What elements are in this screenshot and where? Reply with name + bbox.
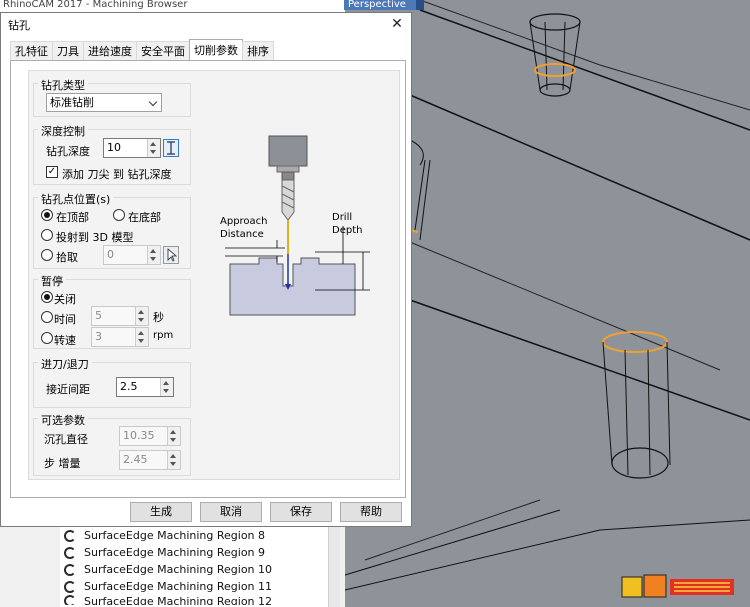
approach-title: 进刀/退刀	[38, 356, 92, 372]
approach-label-line2: Distance	[220, 229, 264, 240]
step-increment-input[interactable]: 2.45	[119, 450, 181, 470]
approach-distance-label: 接近间距	[46, 383, 90, 396]
dwell-time-radio[interactable]	[41, 311, 53, 323]
dwell-revs-radio[interactable]	[41, 332, 53, 344]
dwell-off-label: 关闭	[54, 293, 76, 306]
pick-radio[interactable]	[41, 249, 53, 261]
approach-distance-value: 2.5	[120, 380, 138, 393]
tab-strip: 孔特征 刀具 进给速度 安全平面 切削参数 排序	[10, 39, 274, 61]
close-icon[interactable]: ✕	[386, 15, 408, 33]
viewport-dropdown-arrow[interactable]	[416, 0, 424, 10]
pick-point-icon[interactable]	[163, 246, 179, 264]
dialog-title: 钻孔	[8, 19, 30, 32]
dwell-off-radio[interactable]	[41, 291, 53, 303]
tab-feeds-speeds[interactable]: 进给速度	[83, 41, 137, 61]
viewport-tab-perspective[interactable]: Perspective	[344, 0, 416, 10]
at-bottom-label: 在底部	[128, 211, 161, 224]
at-top-radio[interactable]	[41, 209, 53, 221]
region-icon	[64, 529, 76, 542]
dialog-title-bar: 钻孔 ✕	[1, 13, 411, 35]
add-tip-label: 添加 刀尖 到 钻孔深度	[62, 168, 172, 181]
drill-depth-diagram-line1: Drill	[332, 212, 353, 223]
tree-item-label: SurfaceEdge Machining Region 10	[84, 563, 273, 576]
tab-tool[interactable]: 刀具	[52, 41, 84, 61]
tab-hole-features[interactable]: 孔特征	[10, 41, 53, 61]
drill-type-value: 标准钻削	[50, 96, 94, 109]
app-title-bar: RhinoCAM 2017 - Machining Browser	[0, 0, 345, 12]
drill-depth-diagram-line2: Depth	[332, 225, 363, 236]
pick-depth-icon[interactable]	[163, 139, 179, 157]
step-increment-label: 步 增量	[44, 457, 81, 470]
dwell-time-input[interactable]: 5	[91, 306, 149, 326]
approach-distance-stepper[interactable]	[160, 378, 173, 396]
drill-depth-input[interactable]: 10	[103, 138, 161, 158]
dwell-revs-input[interactable]: 3	[91, 327, 149, 347]
save-button[interactable]: 保存	[270, 502, 332, 522]
pick-value-stepper[interactable]	[147, 246, 160, 264]
dwell-time-value: 5	[95, 309, 102, 322]
tree-item[interactable]: SurfaceEdge Machining Region 10	[64, 561, 272, 578]
dwell-revs-value: 3	[95, 330, 102, 343]
drill-type-select[interactable]: 标准钻削	[46, 93, 162, 112]
optional-title: 可选参数	[38, 412, 88, 428]
tree-item-label: SurfaceEdge Machining Region 12	[84, 595, 273, 605]
region-icon	[64, 563, 76, 576]
counterbore-value: 10.35	[123, 429, 155, 442]
generate-button[interactable]: 生成	[130, 502, 192, 522]
dwell-time-unit: 秒	[153, 311, 164, 324]
drill-type-title: 钻孔类型	[38, 77, 88, 93]
viewport-tab-label: Perspective	[348, 0, 406, 10]
drill-depth-label: 钻孔深度	[46, 145, 90, 158]
help-button[interactable]: 帮助	[340, 502, 402, 522]
browser-left-strip	[0, 525, 60, 607]
depth-control-title: 深度控制	[38, 123, 88, 139]
tree-item[interactable]: SurfaceEdge Machining Region 11	[64, 578, 272, 595]
drill-diagram: Approach Distance Drill Depth	[215, 128, 375, 326]
project-label: 投射到 3D 模型	[56, 231, 134, 244]
drill-position-title: 钻孔点位置(s)	[38, 191, 114, 207]
region-icon	[64, 595, 76, 605]
counterbore-label: 沉孔直径	[44, 433, 88, 446]
pick-label: 拾取	[56, 251, 78, 264]
app-title-text: RhinoCAM 2017 - Machining Browser	[3, 0, 188, 10]
dwell-time-stepper[interactable]	[135, 307, 148, 325]
dwell-title: 暂停	[38, 273, 66, 289]
tree-item-label: SurfaceEdge Machining Region 11	[84, 580, 273, 593]
dwell-revs-label: 转速	[54, 334, 76, 347]
step-increment-value: 2.45	[123, 453, 148, 466]
tab-clearance-plane[interactable]: 安全平面	[136, 41, 190, 61]
drill-depth-value: 10	[107, 141, 121, 154]
browser-scrollbar[interactable]	[328, 525, 340, 607]
browser-tree: SurfaceEdge Machining Region 8 SurfaceEd…	[64, 527, 272, 605]
approach-label-line1: Approach	[220, 216, 268, 227]
project-radio[interactable]	[41, 229, 53, 241]
tree-item[interactable]: SurfaceEdge Machining Region 8	[64, 527, 272, 544]
dwell-time-label: 时间	[54, 313, 76, 326]
counterbore-stepper[interactable]	[167, 427, 180, 445]
tab-sorting[interactable]: 排序	[242, 41, 274, 61]
dwell-revs-stepper[interactable]	[135, 328, 148, 346]
tree-item-label: SurfaceEdge Machining Region 8	[84, 529, 266, 542]
approach-distance-input[interactable]: 2.5	[116, 377, 174, 397]
chevron-down-icon	[148, 97, 158, 107]
tree-item-label: SurfaceEdge Machining Region 9	[84, 546, 266, 559]
cancel-button[interactable]: 取消	[200, 502, 262, 522]
tree-item[interactable]: SurfaceEdge Machining Region 9	[64, 544, 272, 561]
add-tip-checkbox[interactable]: ✓	[46, 166, 58, 178]
region-icon	[64, 580, 76, 593]
tab-cut-parameters[interactable]: 切削参数	[189, 39, 243, 61]
pick-value-input[interactable]: 0	[103, 245, 161, 265]
at-top-label: 在顶部	[56, 211, 89, 224]
watermark-logo	[620, 573, 740, 601]
tree-item[interactable]: SurfaceEdge Machining Region 12	[64, 595, 272, 605]
pick-value: 0	[107, 248, 114, 261]
counterbore-input[interactable]: 10.35	[119, 426, 181, 446]
dwell-revs-unit: rpm	[153, 330, 174, 341]
drill-depth-stepper[interactable]	[147, 139, 160, 157]
step-increment-stepper[interactable]	[167, 451, 180, 469]
at-bottom-radio[interactable]	[113, 209, 125, 221]
region-icon	[64, 546, 76, 559]
